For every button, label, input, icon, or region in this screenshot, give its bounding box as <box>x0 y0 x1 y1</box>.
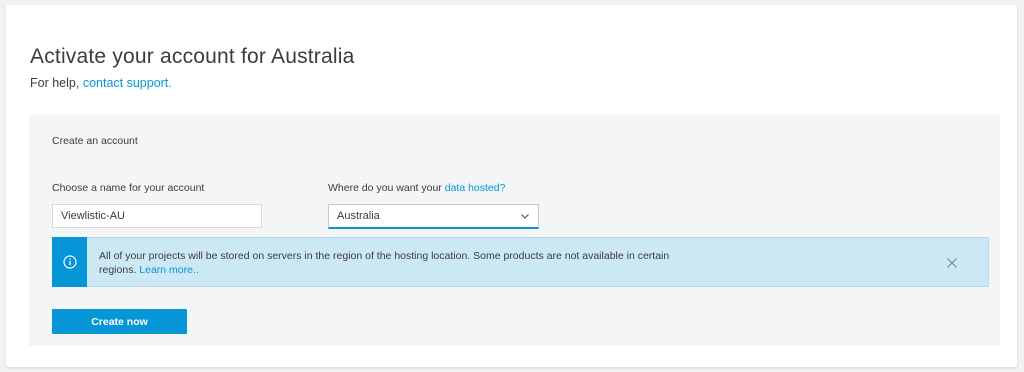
close-icon[interactable] <box>946 256 958 268</box>
create-account-panel: Create an account Choose a name for your… <box>29 115 1000 346</box>
section-title: Create an account <box>52 135 138 147</box>
help-prefix: For help, <box>30 76 83 90</box>
account-name-label: Choose a name for your account <box>52 182 205 194</box>
hosting-region-select[interactable]: Australia <box>328 204 539 229</box>
account-name-input[interactable] <box>52 204 262 228</box>
info-icon-box <box>52 237 87 287</box>
hosting-region-value: Australia <box>337 210 380 222</box>
chevron-down-icon <box>520 211 530 221</box>
data-hosting-label: Where do you want your data hosted? <box>328 182 505 194</box>
activation-card: Activate your account for Australia For … <box>6 5 1017 367</box>
info-icon <box>62 255 77 269</box>
data-hosting-label-prefix: Where do you want your <box>328 182 445 194</box>
info-banner: All of your projects will be stored on s… <box>52 237 989 287</box>
help-text: For help, contact support. <box>30 76 172 90</box>
data-hosted-link[interactable]: data hosted? <box>445 182 506 194</box>
contact-support-link[interactable]: contact support. <box>83 76 172 90</box>
page-title: Activate your account for Australia <box>30 45 355 68</box>
banner-message: All of your projects will be stored on s… <box>99 249 699 277</box>
create-now-button[interactable]: Create now <box>52 309 187 334</box>
learn-more-link[interactable]: Learn more.. <box>139 264 199 276</box>
